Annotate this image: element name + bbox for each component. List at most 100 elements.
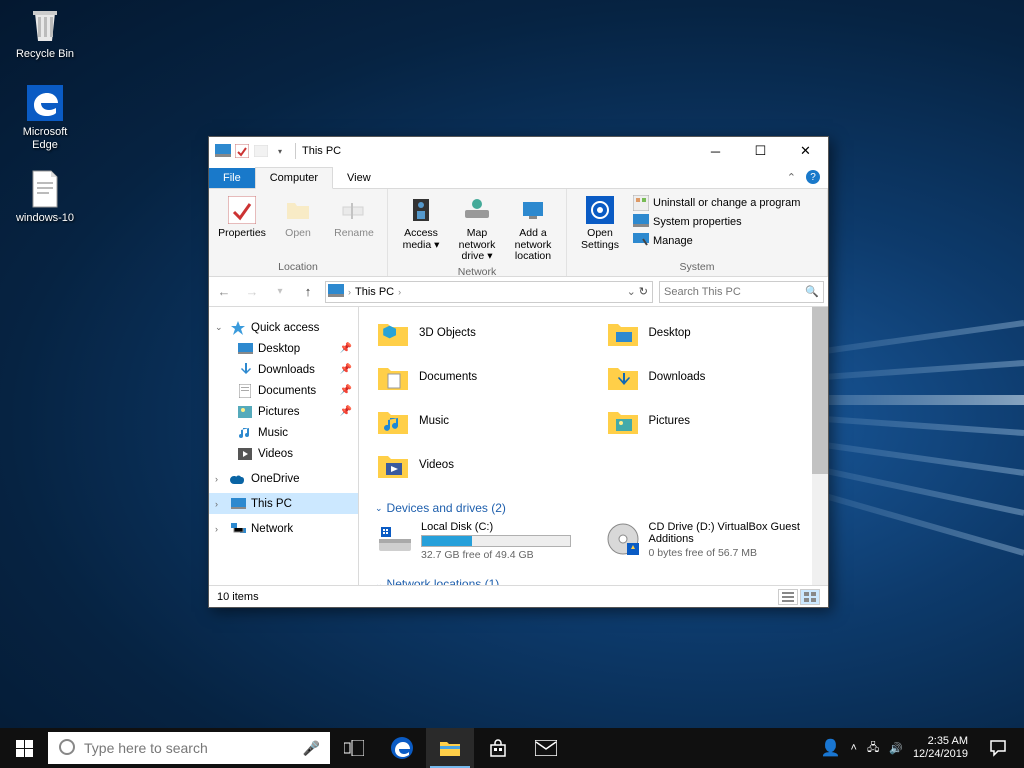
status-bar: 10 items (209, 585, 828, 607)
tab-computer[interactable]: Computer (255, 167, 333, 189)
close-button[interactable]: ✕ (783, 137, 828, 165)
nav-network[interactable]: ›Network (209, 518, 358, 539)
downloads-icon (237, 362, 253, 378)
ribbon-group-location: Properties Open Rename Location (209, 189, 388, 276)
folder-videos[interactable]: Videos (375, 445, 595, 485)
drive-local-c[interactable]: Local Disk (C:) 32.7 GB free of 49.4 GB (375, 519, 597, 563)
nav-forward-button: → (241, 281, 263, 303)
add-network-location-button[interactable]: Add a network location (506, 193, 560, 265)
system-properties-button[interactable]: System properties (633, 214, 800, 230)
drive-cd-d[interactable]: CD Drive (D:) VirtualBox Guest Additions… (603, 519, 825, 563)
nav-quick-access[interactable]: ⌄Quick access (209, 317, 358, 338)
music-folder-icon (375, 403, 411, 439)
taskbar-file-explorer[interactable] (426, 728, 474, 768)
volume-icon[interactable]: 🔊 (889, 742, 903, 755)
manage-icon (633, 233, 649, 249)
minimize-button[interactable]: ─ (693, 137, 738, 165)
address-dropdown-button[interactable]: ⌄ (627, 285, 636, 298)
nav-onedrive[interactable]: ›OneDrive (209, 468, 358, 489)
manage-button[interactable]: Manage (633, 233, 800, 249)
desktop-icon-label: windows-10 (10, 212, 80, 225)
documents-icon (237, 383, 253, 399)
onedrive-icon (230, 471, 246, 487)
titlebar[interactable]: ▾ This PC ─ ☐ ✕ (209, 137, 828, 165)
qat-dropdown-icon[interactable]: ▾ (272, 143, 288, 159)
vertical-scrollbar[interactable] (812, 307, 828, 585)
taskbar-mail[interactable] (522, 728, 570, 768)
nav-desktop[interactable]: Desktop📌 (209, 338, 358, 359)
action-center-button[interactable] (978, 728, 1018, 768)
ribbon: Properties Open Rename Location Access m… (209, 189, 828, 277)
taskbar-search[interactable]: Type here to search 🎤 (48, 732, 330, 764)
taskbar-edge[interactable] (378, 728, 426, 768)
chevron-right-icon[interactable]: › (348, 287, 351, 297)
quick-access-icon (230, 320, 246, 336)
nav-up-button[interactable]: ↑ (297, 281, 319, 303)
nav-back-button[interactable]: ← (213, 281, 235, 303)
help-button[interactable]: ? (806, 170, 820, 184)
folder-documents[interactable]: Documents (375, 357, 595, 397)
view-details-button[interactable] (778, 589, 798, 605)
chevron-right-icon: › (215, 524, 225, 534)
nav-documents[interactable]: Documents📌 (209, 380, 358, 401)
tab-view[interactable]: View (333, 168, 385, 188)
system-properties-icon (633, 214, 649, 230)
tray-overflow-button[interactable]: ˄ (851, 742, 857, 754)
start-button[interactable] (0, 728, 48, 768)
network-icon[interactable]: 🖧 (867, 739, 879, 758)
desktop-icon-label: Recycle Bin (10, 48, 80, 61)
qat-properties-icon[interactable] (234, 143, 250, 159)
music-icon (237, 425, 253, 441)
properties-button[interactable]: Properties (215, 193, 269, 260)
tab-file[interactable]: File (209, 168, 255, 188)
view-large-icons-button[interactable] (800, 589, 820, 605)
section-devices-and-drives[interactable]: ⌄Devices and drives (2) (375, 497, 824, 519)
folder-3d-objects[interactable]: 3D Objects (375, 313, 595, 353)
qat-new-folder-icon[interactable] (253, 143, 269, 159)
desktop-icon-recycle-bin[interactable]: Recycle Bin (10, 4, 80, 61)
pin-icon: 📌 (340, 406, 352, 417)
videos-icon (237, 446, 253, 462)
map-network-drive-button[interactable]: Map network drive ▾ (450, 193, 504, 265)
hard-drive-icon (377, 521, 413, 557)
chevron-right-icon[interactable]: › (398, 287, 401, 297)
maximize-button[interactable]: ☐ (738, 137, 783, 165)
taskbar-clock[interactable]: 2:35 AM 12/24/2019 (913, 735, 968, 761)
access-media-button[interactable]: Access media ▾ (394, 193, 448, 265)
cd-drive-icon (605, 521, 641, 557)
taskbar-store[interactable] (474, 728, 522, 768)
uninstall-program-button[interactable]: Uninstall or change a program (633, 195, 800, 211)
folder-pictures[interactable]: Pictures (605, 401, 825, 441)
refresh-button[interactable]: ↻ (639, 285, 648, 298)
section-network-locations[interactable]: ⌄Network locations (1) (375, 573, 824, 585)
this-pc-icon (215, 143, 231, 159)
breadcrumb-this-pc[interactable]: This PC (355, 286, 394, 298)
microphone-icon[interactable]: 🎤 (303, 740, 320, 757)
desktop-icon-file[interactable]: windows-10 (10, 168, 80, 225)
folder-music[interactable]: Music (375, 401, 595, 441)
navigation-pane: ⌄Quick access Desktop📌 Downloads📌 Docume… (209, 307, 359, 585)
address-field[interactable]: › This PC › ⌄↻ (325, 281, 653, 303)
open-settings-button[interactable]: Open Settings (573, 193, 627, 260)
collapse-ribbon-button[interactable]: ⌃ (787, 171, 796, 184)
edge-icon (25, 82, 65, 124)
ribbon-group-system: Open Settings Uninstall or change a prog… (567, 189, 828, 276)
nav-music[interactable]: Music (209, 422, 358, 443)
nav-downloads[interactable]: Downloads📌 (209, 359, 358, 380)
folder-downloads[interactable]: Downloads (605, 357, 825, 397)
scrollbar-thumb[interactable] (812, 307, 828, 474)
nav-recent-button[interactable]: ▾ (269, 281, 291, 303)
desktop-folder-icon (605, 315, 641, 351)
pin-icon: 📌 (340, 385, 352, 396)
cortana-icon (58, 738, 76, 759)
content-pane: 3D Objects Desktop Documents Downloads M… (359, 307, 828, 585)
search-box[interactable]: Search This PC 🔍 (659, 281, 824, 303)
folder-desktop[interactable]: Desktop (605, 313, 825, 353)
task-view-button[interactable] (330, 728, 378, 768)
desktop-icon-edge[interactable]: Microsoft Edge (10, 82, 80, 152)
open-button: Open (271, 193, 325, 260)
people-button[interactable]: 👤 (821, 738, 841, 758)
nav-pictures[interactable]: Pictures📌 (209, 401, 358, 422)
nav-videos[interactable]: Videos (209, 443, 358, 464)
nav-this-pc[interactable]: ›This PC (209, 493, 358, 514)
